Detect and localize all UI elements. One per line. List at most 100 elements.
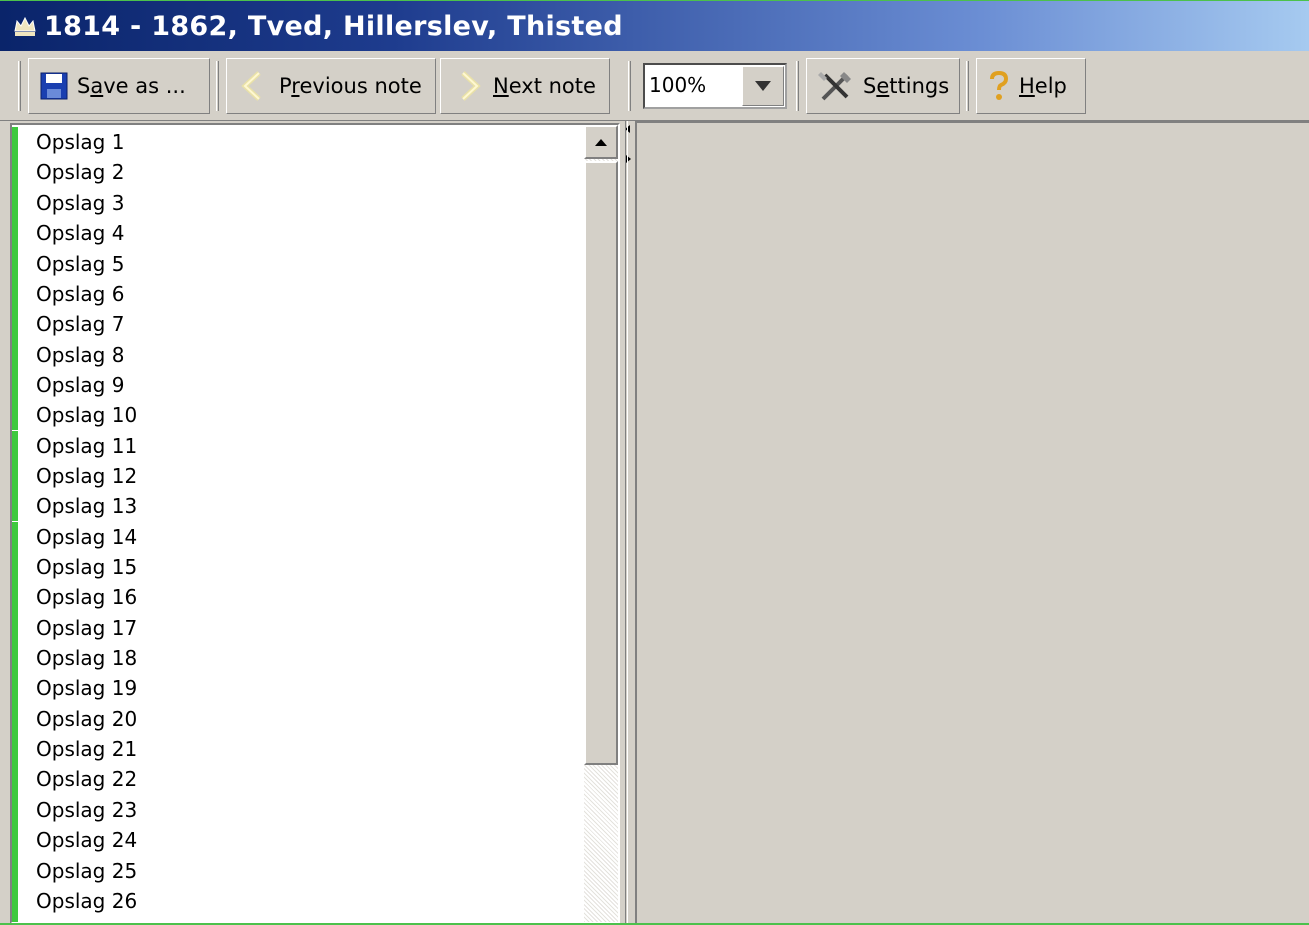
list-item[interactable]: Opslag 17: [12, 612, 586, 643]
list-item[interactable]: Opslag 24: [12, 825, 586, 856]
list-item[interactable]: Opslag 1: [12, 127, 586, 158]
list-item-marker: [12, 885, 18, 917]
list-item-marker: [12, 187, 18, 218]
list-item-label: Opslag 15: [36, 555, 138, 580]
list-item[interactable]: Opslag 11: [12, 430, 586, 461]
list-item[interactable]: Opslag 18: [12, 642, 586, 674]
list-item-label: Opslag 19: [36, 676, 138, 701]
question-mark-icon: [987, 70, 1011, 102]
crown-icon: [14, 16, 36, 36]
next-note-label: Next note: [493, 74, 596, 98]
list-item-label: Opslag 7: [36, 312, 125, 337]
list-item[interactable]: Opslag 2: [12, 157, 586, 188]
help-button[interactable]: Help: [976, 58, 1086, 114]
list-item-marker: [12, 309, 18, 340]
list-item-marker: [12, 642, 18, 674]
list-item-marker: [12, 248, 18, 279]
toolbar-grip[interactable]: [966, 61, 969, 111]
list-item-label: Opslag 3: [36, 190, 125, 215]
list-item[interactable]: Opslag 5: [12, 248, 586, 279]
list-item-label: Opslag 25: [36, 858, 138, 883]
app-window: 1814 - 1862, Tved, Hillerslev, Thisted S…: [0, 0, 1309, 925]
list-item[interactable]: Opslag 25: [12, 855, 586, 886]
list-item-marker: [12, 794, 18, 825]
list-item[interactable]: Opslag 26: [12, 885, 586, 917]
chevron-up-icon: [595, 139, 607, 146]
list-item-marker: [12, 703, 18, 734]
scroll-up-button[interactable]: [584, 125, 618, 159]
list-item[interactable]: Opslag 21: [12, 734, 586, 765]
list-item-marker: [12, 491, 18, 522]
list-item-label: Opslag 2: [36, 160, 125, 185]
list-item[interactable]: Opslag 9: [12, 369, 586, 401]
list-item[interactable]: Opslag 12: [12, 460, 586, 492]
chevron-down-icon: [755, 81, 771, 91]
list-item-marker: [12, 339, 18, 370]
zoom-value: 100%: [649, 73, 707, 97]
scroll-thumb[interactable]: [584, 161, 618, 765]
list-item[interactable]: Opslag 4: [12, 218, 586, 249]
list-item-marker: [12, 673, 18, 704]
toolbar-grip[interactable]: [796, 61, 799, 111]
list-item-marker: [12, 612, 18, 643]
settings-button[interactable]: Settings: [806, 58, 960, 114]
list-item[interactable]: Opslag 6: [12, 278, 586, 310]
list-item[interactable]: Opslag 23: [12, 794, 586, 825]
list-item-label: Opslag 12: [36, 463, 138, 488]
splitter-grip: [625, 121, 628, 923]
list-item-label: Opslag 24: [36, 828, 138, 853]
list-item[interactable]: Opslag 22: [12, 764, 586, 795]
list-item[interactable]: Opslag 3: [12, 187, 586, 218]
list-item-label: Opslag 17: [36, 615, 138, 640]
previous-note-button[interactable]: Previous note: [226, 58, 436, 114]
save-as-button[interactable]: Save as ...: [28, 58, 210, 114]
list-scrollbar[interactable]: [584, 125, 618, 922]
panel-splitter[interactable]: [620, 121, 635, 923]
zoom-select[interactable]: 100%: [643, 63, 787, 109]
list-item-label: Opslag 4: [36, 221, 125, 246]
list-item-label: Opslag 13: [36, 494, 138, 519]
list-item-marker: [12, 764, 18, 795]
list-item[interactable]: Opslag 16: [12, 582, 586, 613]
toolbar: Save as ... Previous note Next note 100%…: [0, 51, 1309, 121]
zoom-dropdown-button[interactable]: [742, 66, 784, 106]
list-item[interactable]: Opslag 27: [12, 916, 586, 922]
save-as-label: Save as ...: [77, 74, 186, 98]
list-item[interactable]: Opslag 19: [12, 673, 586, 704]
list-item-marker: [12, 825, 18, 856]
list-item-label: Opslag 5: [36, 251, 125, 276]
list-item-marker: [12, 430, 18, 461]
list-item[interactable]: Opslag 20: [12, 703, 586, 734]
note-list[interactable]: Opslag 1 Opslag 2 Opslag 3 Opslag 4 Opslag 5…: [10, 123, 620, 923]
title-bar[interactable]: 1814 - 1862, Tved, Hillerslev, Thisted: [0, 1, 1309, 51]
list-item-marker: [12, 551, 18, 583]
list-item-marker: [12, 157, 18, 188]
toolbar-grip[interactable]: [628, 61, 631, 111]
list-item[interactable]: Opslag 10: [12, 400, 586, 431]
list-item-label: Opslag 11: [36, 433, 138, 458]
list-item-label: Opslag 10: [36, 403, 138, 428]
list-item[interactable]: Opslag 15: [12, 551, 586, 583]
list-item-label: Opslag 8: [36, 342, 125, 367]
list-item-marker: [12, 855, 18, 886]
list-item[interactable]: Opslag 8: [12, 339, 586, 370]
list-item-marker: [12, 582, 18, 613]
chevron-right-icon: [451, 69, 485, 103]
list-item-marker: [12, 127, 18, 158]
list-item[interactable]: Opslag 13: [12, 491, 586, 522]
image-viewer[interactable]: [635, 121, 1309, 923]
help-label: Help: [1019, 74, 1067, 98]
settings-label: Settings: [863, 74, 950, 98]
list-item-marker: [12, 218, 18, 249]
next-note-button[interactable]: Next note: [440, 58, 610, 114]
list-item[interactable]: Opslag 7: [12, 309, 586, 340]
list-item-marker: [12, 460, 18, 492]
list-item-marker: [12, 278, 18, 310]
list-item-label: Opslag 1: [36, 130, 125, 155]
window-title: 1814 - 1862, Tved, Hillerslev, Thisted: [44, 10, 623, 42]
toolbar-grip[interactable]: [18, 61, 21, 111]
list-item-label: Opslag 21: [36, 737, 138, 762]
list-item-label: Opslag 14: [36, 524, 138, 549]
list-item[interactable]: Opslag 14: [12, 521, 586, 552]
toolbar-grip[interactable]: [216, 61, 219, 111]
